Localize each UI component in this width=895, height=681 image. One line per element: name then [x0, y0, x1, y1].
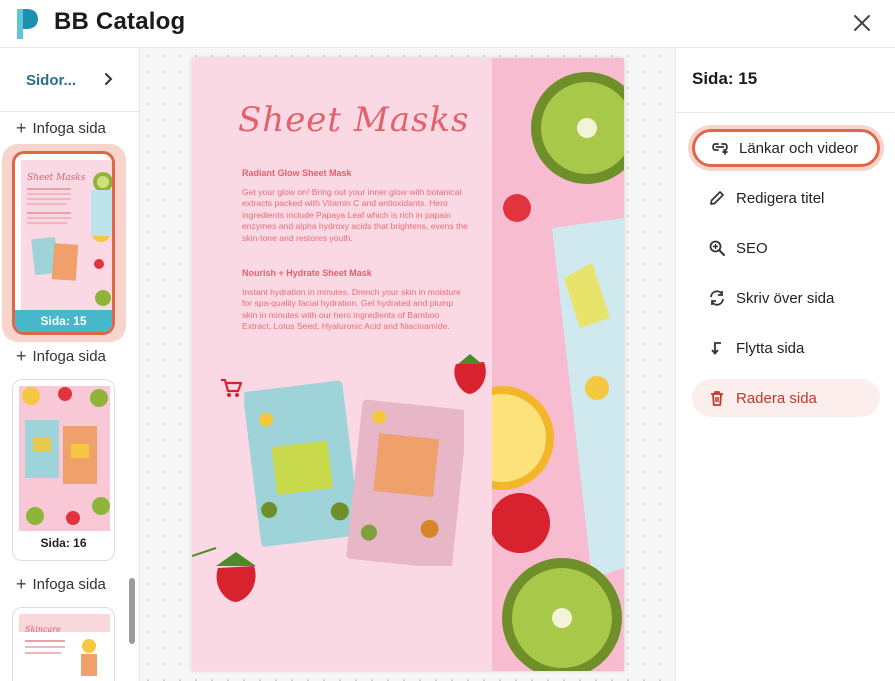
plus-icon: +	[16, 574, 27, 594]
svg-text:Skincare: Skincare	[25, 625, 61, 634]
move-page-button[interactable]: Flytta sida	[692, 329, 880, 367]
section-body: Instant hydration in minutes. Drench you…	[242, 287, 461, 332]
page-thumbnail-image: Sheet Masks	[21, 160, 112, 310]
close-icon[interactable]	[851, 12, 873, 34]
page-heading: Sheet Masks	[238, 100, 470, 140]
link-icon	[712, 143, 728, 155]
action-label: Redigera titel	[736, 189, 825, 207]
panel-divider	[676, 112, 895, 113]
sidebar-header[interactable]: Sidor...	[0, 48, 139, 112]
fruit-image	[492, 58, 624, 671]
replace-page-button[interactable]: Skriv över sida	[692, 279, 880, 317]
action-label: Länkar och videor	[739, 139, 859, 157]
action-label: SEO	[736, 239, 768, 257]
svg-text:Sheet Masks: Sheet Masks	[27, 173, 86, 183]
page-sidebar: Sidor... + Infoga sida Sheet Masks Sida:…	[0, 48, 140, 681]
page-thumbnail-image	[19, 386, 110, 531]
trash-icon	[711, 391, 723, 406]
action-label: Flytta sida	[736, 339, 805, 357]
section-body: Get your glow on! Bring out your inner g…	[242, 187, 468, 243]
pencil-icon	[710, 191, 724, 205]
page-thumbnail-17[interactable]: Skincare	[12, 607, 115, 681]
insert-page-button[interactable]: + Infoga sida	[16, 346, 106, 366]
insert-page-label: Infoga sida	[32, 576, 106, 593]
insert-page-label: Infoga sida	[32, 120, 106, 137]
sidebar-scrollbar[interactable]	[129, 578, 135, 644]
section-heading: Nourish + Hydrate Sheet Mask	[242, 268, 372, 278]
strawberry-image	[192, 547, 256, 602]
app-title: BB Catalog	[54, 8, 186, 35]
action-label: Skriv över sida	[736, 289, 835, 307]
move-icon	[711, 342, 721, 355]
chevron-right-icon[interactable]	[100, 71, 116, 87]
insert-page-button[interactable]: + Infoga sida	[16, 574, 106, 594]
page-thumbnail-15[interactable]: Sheet Masks Sida: 15	[12, 151, 115, 335]
search-icon	[709, 240, 725, 256]
delete-page-button[interactable]: Radera sida	[692, 379, 880, 417]
cart-icon[interactable]	[220, 378, 242, 398]
page-thumbnail-16[interactable]: Sida: 16	[12, 379, 115, 561]
panel-title: Sida: 15	[692, 69, 758, 88]
plus-icon: +	[16, 346, 27, 366]
page-preview[interactable]: Sheet Masks Radiant Glow Sheet Mask Get …	[192, 58, 624, 671]
insert-page-label: Infoga sida	[32, 348, 106, 365]
page-caption: Sida: 16	[40, 536, 87, 550]
sidebar-label[interactable]: Sidor...	[26, 72, 76, 89]
page-canvas: Sheet Masks Radiant Glow Sheet Mask Get …	[140, 48, 675, 681]
edit-title-button[interactable]: Redigera titel	[692, 179, 880, 217]
replace-icon	[710, 290, 724, 306]
sheet-mask-products-image	[244, 380, 464, 566]
page-caption: Sida: 15	[15, 310, 112, 332]
insert-page-button[interactable]: + Infoga sida	[16, 118, 106, 138]
page-actions-panel: Sida: 15 Länkar och videor Redigera tite…	[675, 48, 895, 681]
app-header: BB Catalog	[0, 0, 895, 48]
plus-icon: +	[16, 118, 27, 138]
section-heading: Radiant Glow Sheet Mask	[242, 168, 352, 178]
page-thumbnail-image: Skincare	[19, 614, 110, 681]
app-logo-icon	[17, 9, 38, 39]
action-label: Radera sida	[736, 389, 817, 407]
links-and-videos-button[interactable]: Länkar och videor	[692, 129, 880, 167]
seo-button[interactable]: SEO	[692, 229, 880, 267]
